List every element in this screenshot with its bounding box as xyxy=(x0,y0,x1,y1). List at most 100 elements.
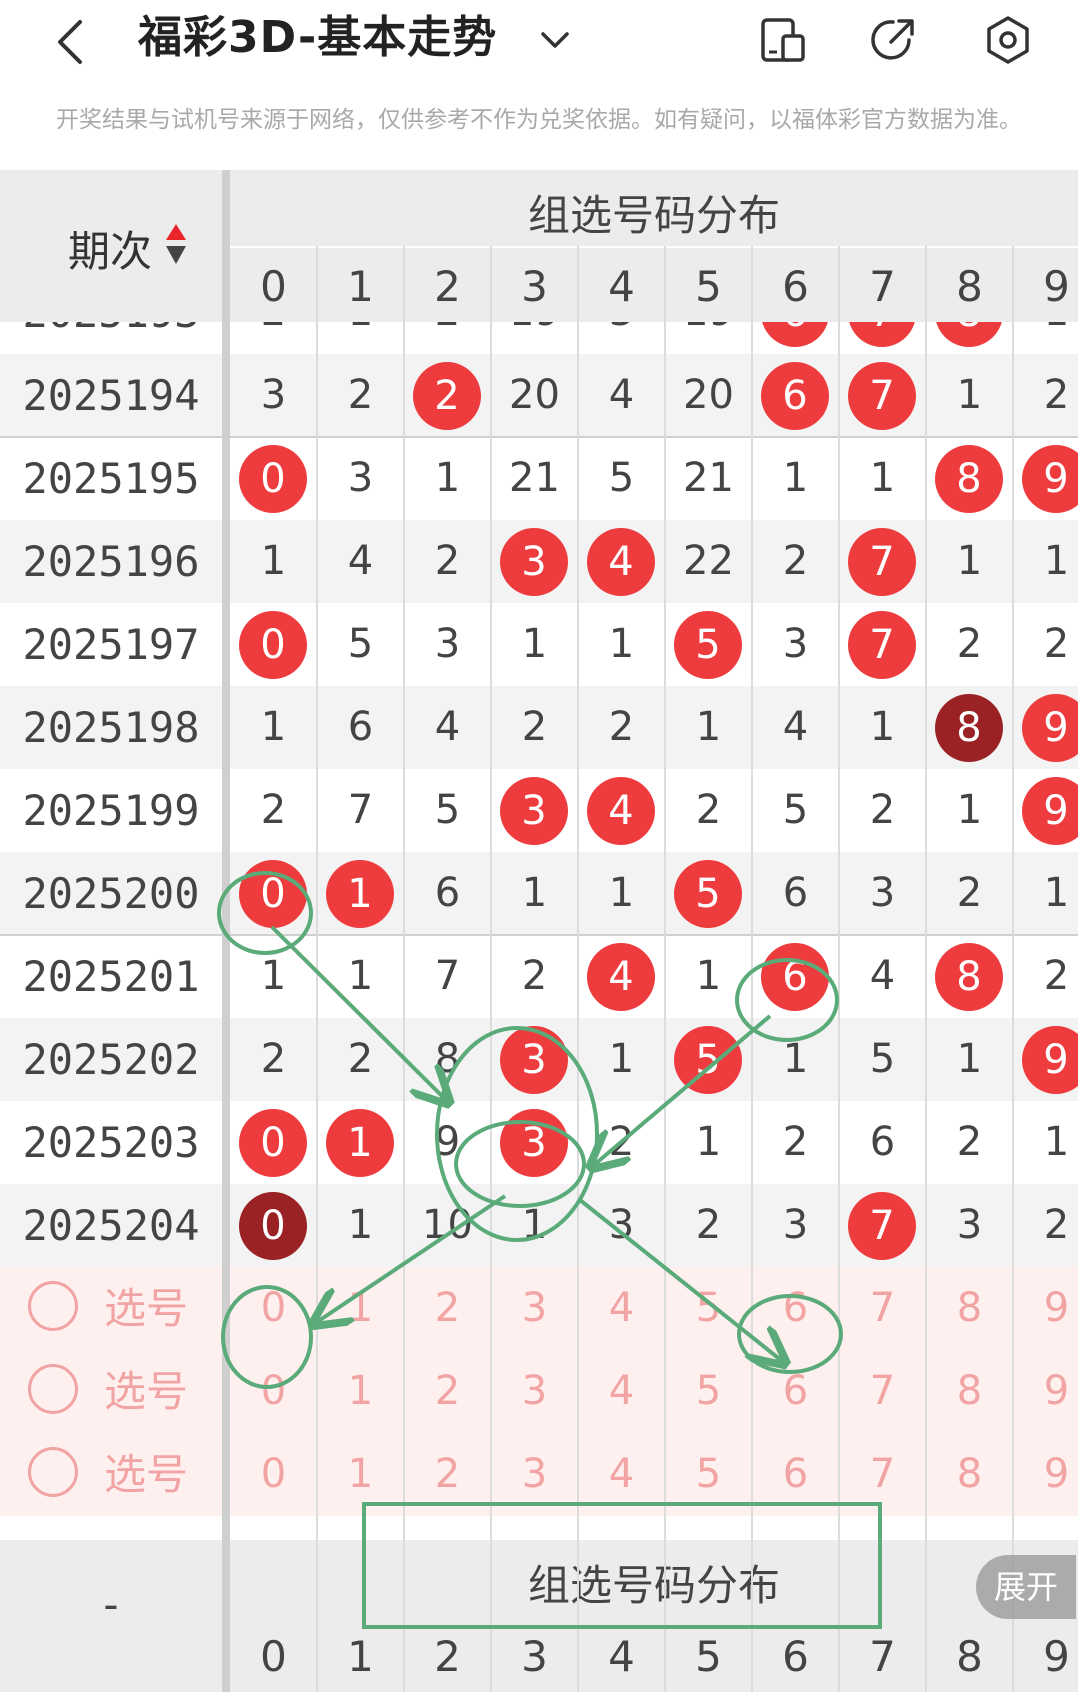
pick-digit-8[interactable]: 8 xyxy=(926,1267,1013,1350)
omission-count: 2 xyxy=(230,322,317,354)
footer-digit-label: 1 xyxy=(347,1632,374,1681)
omission-count: 3 xyxy=(782,1202,809,1248)
drawn-number-ball: 6 xyxy=(761,322,829,347)
pick-digit-1[interactable]: 1 xyxy=(317,1350,404,1433)
sort-icon[interactable] xyxy=(162,220,190,268)
issue-number: 2025195 xyxy=(22,454,200,503)
disclaimer-notice: 开奖结果与试机号来源于网络，仅供参考不作为兑奖依据。如有疑问，以福体彩官方数据为… xyxy=(56,107,1022,133)
pick-label[interactable]: 选号 xyxy=(104,1350,188,1433)
pick-digit-0[interactable]: 0 xyxy=(230,1267,317,1350)
table-row: 2025195 0 3 1 21 5 21 1 1 8 9 xyxy=(0,437,1078,520)
omission-count: 4 xyxy=(434,704,461,750)
top-bar: 福彩3D-基本走势 xyxy=(0,0,1078,90)
pick-digit-6[interactable]: 6 xyxy=(752,1350,839,1433)
trend-rows: 2025193212193196781202519432220420671220… xyxy=(0,322,1078,1692)
table-row: 2025200 0 1 6 1 1 5 6 3 2 1 xyxy=(0,852,1078,935)
omission-count: 3 xyxy=(869,870,896,916)
drawn-number-ball: 4 xyxy=(587,528,655,596)
omission-count: 1 xyxy=(521,1202,548,1248)
pick-label[interactable]: 选号 xyxy=(104,1433,188,1516)
page-title[interactable]: 福彩3D-基本走势 xyxy=(138,8,497,68)
drawn-number-ball: 0 xyxy=(239,860,307,928)
device-switch-icon[interactable] xyxy=(755,12,811,68)
issue-number: 2025194 xyxy=(22,371,200,420)
issue-number: 2025201 xyxy=(22,952,200,1001)
omission-count: 4 xyxy=(347,538,374,584)
pick-digit-8[interactable]: 8 xyxy=(926,1433,1013,1516)
drawn-number-ball: 1 xyxy=(326,860,394,928)
pick-digit-9[interactable]: 9 xyxy=(1013,1433,1078,1516)
issue-number: 2025197 xyxy=(22,620,200,669)
pick-digit-6[interactable]: 6 xyxy=(752,1267,839,1350)
issue-column-header[interactable]: 期次 xyxy=(0,170,222,322)
omission-count: 2 xyxy=(608,1119,635,1165)
pick-digit-5[interactable]: 5 xyxy=(665,1350,752,1433)
pick-digit-2[interactable]: 2 xyxy=(404,1267,491,1350)
omission-count: 2 xyxy=(521,704,548,750)
pick-digit-0[interactable]: 0 xyxy=(230,1433,317,1516)
pick-digit-2[interactable]: 2 xyxy=(404,1433,491,1516)
pick-digit-3[interactable]: 3 xyxy=(491,1350,578,1433)
settings-icon[interactable] xyxy=(980,12,1036,68)
omission-count: 2 xyxy=(1043,621,1070,667)
expand-button[interactable]: 展开 xyxy=(976,1555,1076,1619)
pick-digit-9[interactable]: 9 xyxy=(1013,1267,1078,1350)
trend-table: 期次 组选号码分布 0123456789 2025193212193196781… xyxy=(0,170,1078,1692)
pick-digit-0[interactable]: 0 xyxy=(230,1350,317,1433)
omission-count: 1 xyxy=(782,1036,809,1082)
omission-count: 1 xyxy=(317,322,404,354)
drawn-number-ball: 9 xyxy=(1022,445,1078,513)
omission-count: 1 xyxy=(260,704,287,750)
omission-count: 5 xyxy=(782,787,809,833)
pick-digit-1[interactable]: 1 xyxy=(317,1433,404,1516)
pick-digit-7[interactable]: 7 xyxy=(839,1350,926,1433)
omission-count: 1 xyxy=(869,455,896,501)
pick-digit-7[interactable]: 7 xyxy=(839,1433,926,1516)
pick-radio[interactable] xyxy=(28,1447,78,1497)
footer-digit-label: 5 xyxy=(695,1632,722,1681)
omission-count: 5 xyxy=(608,455,635,501)
drawn-number-ball: 7 xyxy=(848,362,916,430)
footer-digit-label: 0 xyxy=(260,1632,287,1681)
pick-digit-4[interactable]: 4 xyxy=(578,1267,665,1350)
omission-count: 3 xyxy=(434,621,461,667)
omission-count: 1 xyxy=(956,1036,983,1082)
omission-count: 2 xyxy=(695,1202,722,1248)
drawn-number-ball: 7 xyxy=(848,528,916,596)
footer-digit-label: 9 xyxy=(1043,1632,1070,1681)
column-divider xyxy=(838,246,840,1692)
pick-label[interactable]: 选号 xyxy=(104,1267,188,1350)
pick-digit-4[interactable]: 4 xyxy=(578,1433,665,1516)
omission-count: 1 xyxy=(347,1202,374,1248)
omission-count: 1 xyxy=(956,538,983,584)
pick-digit-7[interactable]: 7 xyxy=(839,1267,926,1350)
pick-digit-5[interactable]: 5 xyxy=(665,1433,752,1516)
back-arrow-icon[interactable] xyxy=(48,10,98,70)
share-icon[interactable] xyxy=(865,12,921,68)
chevron-down-icon[interactable] xyxy=(535,20,575,60)
omission-count: 1 xyxy=(1043,1119,1070,1165)
issue-number: 2025196 xyxy=(22,537,200,586)
pick-radio[interactable] xyxy=(28,1281,78,1331)
drawn-number-ball: 5 xyxy=(674,611,742,679)
pick-digit-3[interactable]: 3 xyxy=(491,1433,578,1516)
omission-count: 7 xyxy=(347,787,374,833)
pick-digit-4[interactable]: 4 xyxy=(578,1350,665,1433)
issue-number: 2025193 xyxy=(0,322,222,354)
pick-radio[interactable] xyxy=(28,1364,78,1414)
omission-count: 2 xyxy=(695,787,722,833)
issue-number: 2025203 xyxy=(22,1118,200,1167)
omission-count: 2 xyxy=(956,1119,983,1165)
pick-digit-8[interactable]: 8 xyxy=(926,1350,1013,1433)
pick-digit-6[interactable]: 6 xyxy=(752,1433,839,1516)
pick-digit-9[interactable]: 9 xyxy=(1013,1350,1078,1433)
pick-digit-1[interactable]: 1 xyxy=(317,1267,404,1350)
header-divider xyxy=(230,246,1078,248)
drawn-number-ball: 7 xyxy=(848,611,916,679)
drawn-number-ball: 6 xyxy=(761,362,829,430)
footer-dash: - xyxy=(103,1580,119,1629)
omission-count: 1 xyxy=(521,621,548,667)
pick-digit-5[interactable]: 5 xyxy=(665,1267,752,1350)
pick-digit-3[interactable]: 3 xyxy=(491,1267,578,1350)
pick-digit-2[interactable]: 2 xyxy=(404,1350,491,1433)
